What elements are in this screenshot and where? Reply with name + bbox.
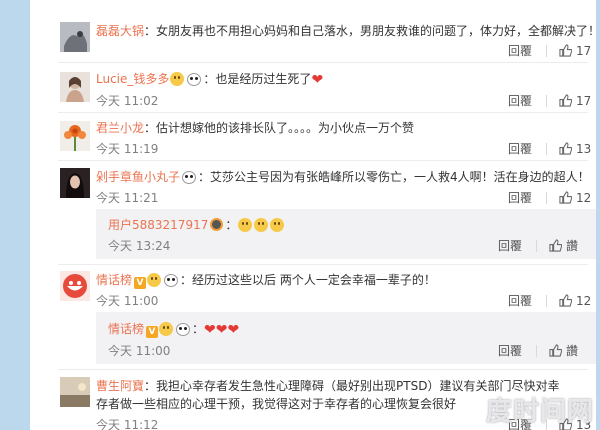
comment-text-continued: 存者做一些相应的心理干预，我觉得这对于幸存者的心理恢复会很好 — [96, 397, 457, 411]
avatar[interactable] — [60, 168, 90, 198]
sub-reply-line: 情话榜 V ：❤❤❤ — [108, 322, 240, 338]
emoji-icon — [254, 218, 269, 232]
reply-button[interactable]: 回覆 — [508, 292, 532, 309]
comment-username[interactable]: 情话榜 — [96, 273, 132, 287]
like-button[interactable]: 17 — [559, 44, 591, 58]
panda-emoji-icon — [187, 73, 202, 86]
comment-actions: 回覆 12 — [508, 292, 591, 309]
thumbs-up-icon — [559, 44, 573, 57]
thumbs-up-icon — [549, 344, 563, 357]
sub-reply: 用户5883217917： 今天 13:24 回覆 讚 — [96, 209, 596, 259]
avatar[interactable] — [60, 22, 90, 52]
like-label: 讚 — [566, 344, 579, 358]
comment-time: 今天 11:00 — [96, 294, 159, 308]
reply-button[interactable]: 回覆 — [508, 189, 532, 206]
comment-actions: 回覆 13 — [508, 140, 591, 157]
comment-time: 今天 11:02 — [96, 94, 159, 108]
comment-username[interactable]: 剁手章鱼小丸子 — [96, 170, 180, 184]
sub-reply-username[interactable]: 情话榜 — [108, 322, 144, 336]
thumbs-up-icon — [559, 142, 573, 155]
heart-icon: ❤ — [204, 322, 216, 338]
comment-line-continued: 存者做一些相应的心理干预，我觉得这对于幸存者的心理恢复会很好 — [96, 396, 456, 412]
avatar[interactable] — [60, 72, 90, 102]
comment-line: 剁手章鱼小丸子 ：艾莎公主号因为有张皓峰所以零伤亡，一人救4人啊！活在身边的超人！ — [96, 170, 590, 184]
like-button[interactable]: 讚 — [549, 237, 578, 254]
thumbs-up-icon — [549, 239, 563, 252]
comment-username[interactable]: Lucie_钱多多 — [96, 72, 169, 86]
like-count: 12 — [576, 294, 592, 308]
divider — [58, 62, 588, 63]
sub-reply-time: 今天 11:00 — [108, 344, 171, 358]
like-button[interactable]: 13 — [559, 142, 591, 156]
emoji-icon — [270, 218, 285, 232]
sub-reply-actions: 回覆 讚 — [498, 342, 578, 359]
emoji-icon — [159, 322, 174, 336]
reply-button[interactable]: 回覆 — [498, 342, 522, 359]
comment-username[interactable]: 君兰小龙 — [96, 121, 144, 135]
sub-reply-line: 用户5883217917： — [108, 217, 285, 233]
avatar[interactable] — [60, 121, 90, 151]
like-label: 讚 — [566, 239, 579, 253]
sub-reply-time: 今天 13:24 — [108, 239, 171, 253]
comment-line: 情话榜 V ：经历过这些以后 两个人一定会幸福一辈子的！ — [96, 273, 436, 289]
divider — [58, 160, 588, 161]
divider — [58, 369, 588, 370]
heart-icon: ❤ — [227, 322, 240, 338]
heart-icon: ❤ — [311, 72, 324, 88]
verified-badge-icon: V — [134, 277, 147, 289]
comment-time: 今天 11:12 — [96, 418, 159, 430]
thumbs-up-icon — [559, 294, 573, 307]
reply-button[interactable]: 回覆 — [498, 237, 522, 254]
divider — [58, 264, 588, 265]
comment-line: 君兰小龙：估计想嫁他的该排长队了。。。。为小伙点一万个赞 — [96, 121, 415, 135]
comment-username[interactable]: 曹生阿寶 — [96, 379, 144, 393]
comment-text: 也是经历过生死了 — [215, 72, 312, 86]
comment-actions: 回覆 17 — [508, 42, 591, 59]
panda-emoji-icon — [182, 171, 197, 184]
comment-text: 女朋友再也不用担心妈妈和自己落水，男朋友救谁的问题了，体力好，全都解决了！ — [156, 24, 596, 38]
comment-time: 今天 11:21 — [96, 191, 159, 205]
emoji-icon — [170, 72, 185, 86]
comment-actions: 回覆 17 — [508, 92, 591, 109]
comment-panel: 磊磊大锅：女朋友再也不用担心妈妈和自己落水，男朋友救谁的问题了，体力好，全都解决… — [30, 0, 596, 430]
watermark: 度时间网 — [485, 397, 594, 427]
like-button[interactable]: 讚 — [549, 342, 578, 359]
comment-text: 艾莎公主号因为有张皓峰所以零伤亡，一人救4人啊！活在身边的超人！ — [210, 170, 590, 184]
reply-button[interactable]: 回覆 — [508, 140, 532, 157]
thumbs-up-icon — [559, 94, 573, 107]
comment-actions: 回覆 12 — [508, 189, 591, 206]
panda-emoji-icon — [176, 323, 191, 336]
reply-button[interactable]: 回覆 — [508, 92, 532, 109]
avatar[interactable] — [60, 377, 90, 407]
comment-text: 经历过这些以后 两个人一定会幸福一辈子的！ — [192, 273, 436, 287]
emoji-icon — [238, 218, 253, 232]
sub-reply: 情话榜 V ：❤❤❤ 今天 11:00 回覆 讚 — [96, 312, 596, 364]
like-button[interactable]: 12 — [559, 191, 591, 205]
sub-reply-actions: 回覆 讚 — [498, 237, 578, 254]
like-count: 13 — [576, 142, 592, 156]
comment-username[interactable]: 磊磊大锅 — [96, 24, 144, 38]
like-count: 12 — [576, 191, 592, 205]
avatar[interactable] — [60, 271, 90, 301]
comment-line: 磊磊大锅：女朋友再也不用担心妈妈和自己落水，男朋友救谁的问题了，体力好，全都解决… — [96, 23, 596, 39]
thumbs-up-icon — [559, 191, 573, 204]
like-count: 17 — [576, 94, 592, 108]
reply-button[interactable]: 回覆 — [508, 42, 532, 59]
comment-time: 今天 11:19 — [96, 142, 159, 156]
sub-reply-username[interactable]: 用户5883217917 — [108, 218, 208, 232]
verified-badge-icon: V — [146, 326, 159, 338]
comment-text: 估计想嫁他的该排长队了。。。。为小伙点一万个赞 — [156, 121, 415, 135]
like-count: 17 — [576, 44, 592, 58]
panda-emoji-icon — [164, 274, 179, 287]
coin-icon — [210, 218, 224, 231]
emoji-icon — [147, 273, 162, 287]
heart-icon: ❤ — [215, 322, 228, 338]
like-button[interactable]: 17 — [559, 94, 591, 108]
comment-line: Lucie_钱多多 ：也是经历过生死了❤ — [96, 72, 324, 88]
like-button[interactable]: 12 — [559, 294, 591, 308]
divider — [58, 112, 588, 113]
